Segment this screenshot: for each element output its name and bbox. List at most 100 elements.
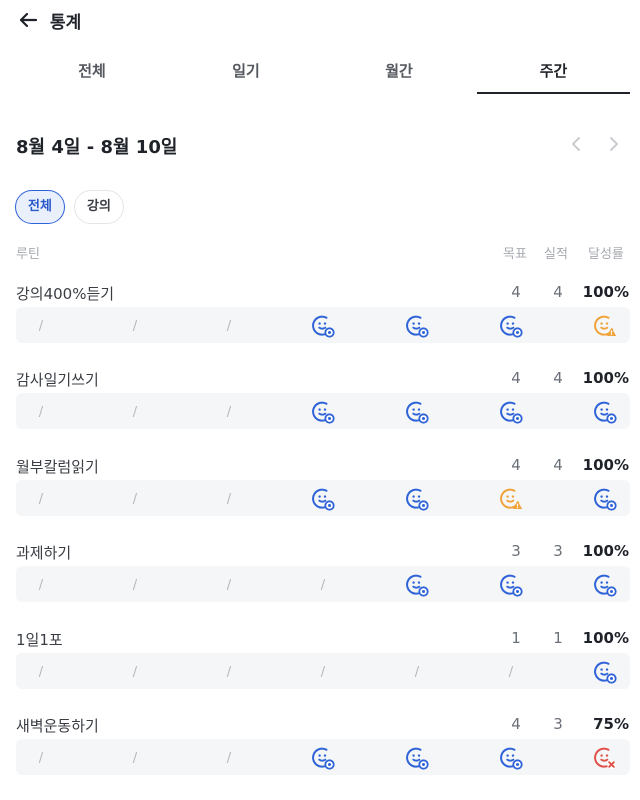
day-empty-cell: / [402,653,432,689]
day-empty-cell: / [26,307,56,343]
tab-weekly[interactable]: 주간 [477,52,630,94]
slash-mark: / [38,405,44,420]
day-empty-cell: / [214,566,244,602]
slash-mark: / [132,751,138,766]
routine-row: 월부칼럼읽기 4 4 100% / / / [0,456,640,544]
filter-chip-lecture[interactable]: 강의 [74,190,124,224]
weekday-strip: / / / / / / [16,653,630,689]
prev-week-chevron-left-icon[interactable] [565,132,589,156]
routine-actual: 1 [553,629,563,647]
day-empty-cell: / [214,307,244,343]
routine-goal: 4 [511,456,521,474]
smiley-check-icon[interactable] [590,566,620,602]
smiley-check-icon[interactable] [402,393,432,429]
smiley-check-icon[interactable] [402,566,432,602]
routine-rate: 100% [582,542,629,560]
weekday-strip: / / / [16,393,630,429]
weekday-strip: / / / [16,480,630,516]
smiley-check-icon[interactable] [590,480,620,516]
smiley-warning-icon[interactable] [496,480,526,516]
column-header-rate: 달성률 [588,247,624,262]
sad-face-x-icon[interactable] [590,739,620,775]
smiley-warning-icon[interactable] [590,307,620,343]
routine-actual: 3 [553,542,563,560]
routine-row: 강의400%듣기 4 4 100% / / / [0,283,640,371]
routine-goal: 4 [511,283,521,301]
routine-name: 과제하기 [16,544,72,562]
smiley-check-icon[interactable] [308,393,338,429]
day-empty-cell: / [214,653,244,689]
routine-name: 1일1포 [16,631,63,649]
filter-chip-all[interactable]: 전체 [15,190,65,224]
day-empty-cell: / [120,739,150,775]
slash-mark: / [38,665,44,680]
day-empty-cell: / [496,653,526,689]
weekday-strip: / / / [16,307,630,343]
column-header-goal: 목표 [503,247,527,262]
smiley-check-icon[interactable] [308,739,338,775]
smiley-check-icon[interactable] [308,480,338,516]
smiley-check-icon[interactable] [402,307,432,343]
slash-mark: / [38,319,44,334]
smiley-check-icon[interactable] [308,307,338,343]
day-empty-cell: / [214,480,244,516]
smiley-check-icon[interactable] [496,307,526,343]
routine-goal: 1 [511,629,521,647]
routine-name: 감사일기쓰기 [16,371,99,389]
routine-rate: 100% [582,369,629,387]
slash-mark: / [414,665,420,680]
slash-mark: / [132,578,138,593]
slash-mark: / [132,405,138,420]
day-empty-cell: / [120,653,150,689]
day-empty-cell: / [120,393,150,429]
smiley-check-icon[interactable] [402,739,432,775]
routine-rate: 100% [582,283,629,301]
slash-mark: / [226,578,232,593]
slash-mark: / [320,665,326,680]
slash-mark: / [132,665,138,680]
column-header-actual: 실적 [544,247,568,262]
smiley-check-icon[interactable] [402,480,432,516]
smiley-check-icon[interactable] [496,393,526,429]
day-empty-cell: / [26,739,56,775]
day-empty-cell: / [214,393,244,429]
day-empty-cell: / [26,393,56,429]
routine-name: 월부칼럼읽기 [16,458,99,476]
slash-mark: / [132,319,138,334]
slash-mark: / [226,405,232,420]
period-tabs: 전체 일기 월간 주간 [0,52,640,94]
smiley-check-icon[interactable] [496,566,526,602]
routine-row: 1일1포 1 1 100% / / / / / / [0,629,640,717]
routine-actual: 4 [553,283,563,301]
slash-mark: / [38,751,44,766]
routine-goal: 4 [511,715,521,733]
next-week-chevron-right-icon[interactable] [601,132,625,156]
day-empty-cell: / [26,653,56,689]
slash-mark: / [38,492,44,507]
app-header: 통계 [0,0,640,40]
smiley-check-icon[interactable] [496,739,526,775]
smiley-check-icon[interactable] [590,653,620,689]
routine-row: 감사일기쓰기 4 4 100% / / / [0,369,640,457]
weekday-strip: / / / [16,739,630,775]
slash-mark: / [508,665,514,680]
tab-all[interactable]: 전체 [16,52,168,94]
routine-goal: 4 [511,369,521,387]
slash-mark: / [226,492,232,507]
routine-rate: 100% [582,629,629,647]
tab-monthly[interactable]: 월간 [322,52,476,94]
slash-mark: / [226,319,232,334]
slash-mark: / [320,578,326,593]
routine-rate: 100% [582,456,629,474]
routine-goal: 3 [511,542,521,560]
tab-diary[interactable]: 일기 [170,52,322,94]
back-arrow-icon[interactable] [14,6,42,34]
day-empty-cell: / [120,566,150,602]
weekday-strip: / / / / [16,566,630,602]
day-empty-cell: / [308,566,338,602]
slash-mark: / [226,665,232,680]
smiley-check-icon[interactable] [590,393,620,429]
day-empty-cell: / [214,739,244,775]
day-empty-cell: / [120,307,150,343]
day-empty-cell: / [26,566,56,602]
